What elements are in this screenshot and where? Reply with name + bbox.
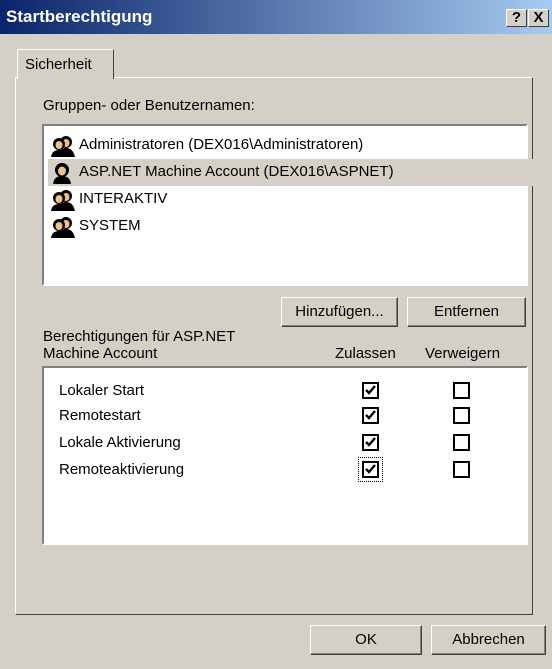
permission-name: Lokale Aktivierung <box>59 434 181 451</box>
help-button[interactable]: ? <box>506 9 527 27</box>
list-item-label: SYSTEM <box>79 217 141 234</box>
ok-button[interactable]: OK <box>310 625 422 655</box>
allow-checkbox[interactable] <box>362 461 379 478</box>
permission-name: Remoteaktivierung <box>59 461 185 478</box>
allow-checkbox[interactable] <box>362 407 379 424</box>
permissions-label-line2: Machine Account <box>43 345 158 362</box>
permissions-label-line1: Berechtigungen für ASP.NET <box>43 328 236 345</box>
list-item-label: ASP.NET Machine Account (DEX016\ASPNET) <box>79 163 394 180</box>
list-item-label: Administratoren (DEX016\Administratoren) <box>79 136 364 153</box>
permission-row: Remoteaktivierung <box>59 457 519 484</box>
list-item-selected[interactable]: ASP.NET Machine Account (DEX016\ASPNET) <box>48 159 536 186</box>
allow-column-header: Zulassen <box>335 345 396 362</box>
users-group-icon <box>51 189 75 211</box>
remove-button[interactable]: Entfernen <box>407 297 526 327</box>
deny-checkbox[interactable] <box>453 434 470 451</box>
users-group-icon <box>51 135 75 157</box>
user-icon <box>51 162 75 184</box>
groups-label: Gruppen- oder Benutzernamen: <box>43 97 255 114</box>
tab-security[interactable]: Sicherheit <box>17 49 114 79</box>
allow-checkbox[interactable] <box>362 382 379 399</box>
dialog-window: Startberechtigung ? X Sicherheit Gruppen… <box>0 0 552 669</box>
tab-security-label: Sicherheit <box>25 56 92 73</box>
window-title: Startberechtigung <box>6 7 153 26</box>
allow-checkbox[interactable] <box>362 434 379 451</box>
close-button[interactable]: X <box>528 9 549 27</box>
permission-name: Remotestart <box>59 407 141 424</box>
users-group-icon <box>51 216 75 238</box>
list-item-label: INTERAKTIV <box>79 190 168 207</box>
permission-row: Remotestart <box>59 403 519 430</box>
add-button[interactable]: Hinzufügen... <box>281 297 398 327</box>
permission-row: Lokaler Start <box>59 378 519 405</box>
permission-name: Lokaler Start <box>59 382 145 399</box>
permissions-list: Lokaler Start Remotestart Lokale Aktivie… <box>42 366 528 545</box>
deny-checkbox[interactable] <box>453 407 470 424</box>
cancel-button[interactable]: Abbrechen <box>431 625 546 655</box>
permission-row: Lokale Aktivierung <box>59 430 519 457</box>
deny-checkbox[interactable] <box>453 461 470 478</box>
deny-checkbox[interactable] <box>453 382 470 399</box>
list-item[interactable]: INTERAKTIV <box>48 186 536 213</box>
title-bar[interactable]: Startberechtigung ? X <box>0 0 552 34</box>
list-item[interactable]: Administratoren (DEX016\Administratoren) <box>48 132 536 159</box>
groups-list[interactable]: Administratoren (DEX016\Administratoren)… <box>42 124 536 286</box>
deny-column-header: Verweigern <box>425 345 501 362</box>
list-item[interactable]: SYSTEM <box>48 213 536 240</box>
